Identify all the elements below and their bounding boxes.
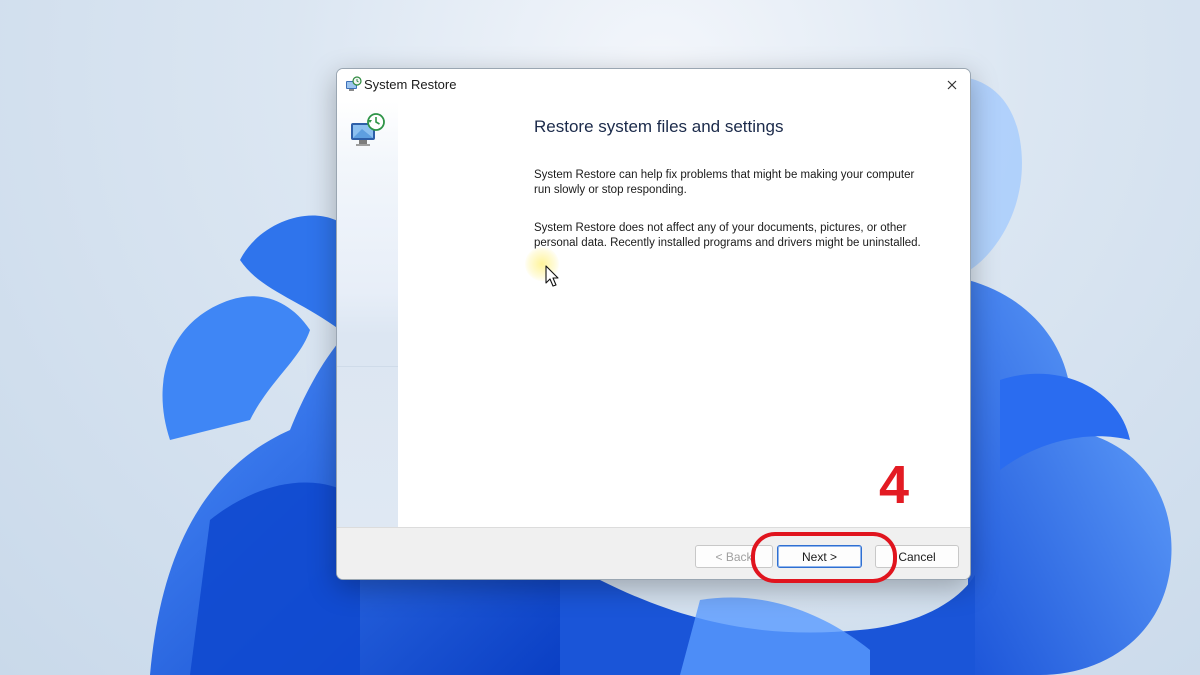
- next-button-highlight: [751, 532, 897, 583]
- description-paragraph-2: System Restore does not affect any of yo…: [534, 222, 921, 249]
- window-title: System Restore: [364, 77, 457, 92]
- system-restore-large-icon: [351, 113, 385, 146]
- mouse-pointer-icon: [545, 265, 559, 287]
- title-bar[interactable]: System Restore: [337, 69, 970, 101]
- close-button[interactable]: [934, 69, 970, 101]
- step-number-annotation: 4: [879, 455, 910, 515]
- page-heading: Restore system files and settings: [534, 117, 784, 136]
- system-restore-window: System Restore Restore system files and …: [336, 68, 971, 580]
- close-icon: [947, 80, 957, 90]
- description-paragraph-1: System Restore can help fix problems tha…: [534, 169, 915, 196]
- wizard-sidebar: [337, 101, 398, 527]
- system-restore-icon: [346, 76, 362, 91]
- sidebar-divider: [337, 366, 398, 367]
